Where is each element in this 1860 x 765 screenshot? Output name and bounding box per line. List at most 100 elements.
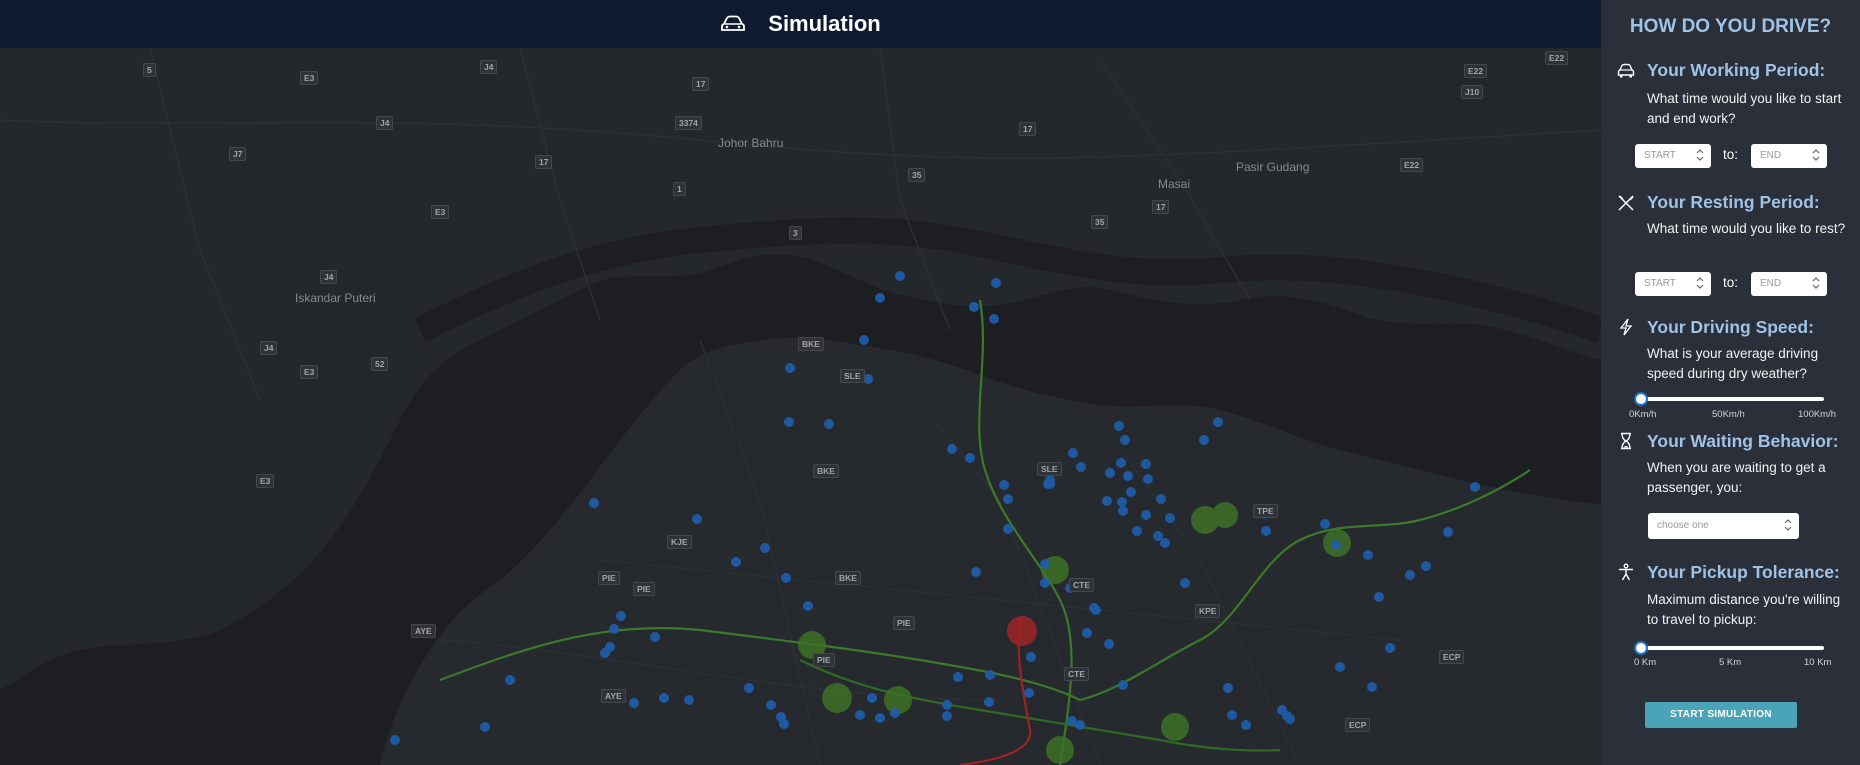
resting-end-select[interactable]: END xyxy=(1751,272,1827,296)
road-label: E3 xyxy=(256,474,275,488)
road-label: J4 xyxy=(480,60,498,74)
taxi-marker xyxy=(803,601,813,611)
taxi-marker xyxy=(1091,605,1101,615)
taxi-marker xyxy=(1026,652,1036,662)
utensils-icon xyxy=(1618,195,1634,211)
taxi-marker xyxy=(629,698,639,708)
taxi-marker xyxy=(744,683,754,693)
taxi-marker xyxy=(505,675,515,685)
taxi-marker xyxy=(1003,494,1013,504)
page-title: Simulation xyxy=(768,11,881,36)
start-simulation-button[interactable]: START SIMULATION xyxy=(1645,702,1797,728)
road-label: ECP xyxy=(1439,650,1465,664)
road-label: CTE xyxy=(1069,578,1094,592)
map-view[interactable]: Johor Bahru Iskandar Puteri Pasir Gudang… xyxy=(0,0,1601,765)
taxi-marker xyxy=(659,693,669,703)
road-label: 35 xyxy=(1091,215,1109,229)
road-label: E3 xyxy=(300,365,319,379)
road-label: PIE xyxy=(893,616,915,630)
road-label: 52 xyxy=(371,357,389,371)
taxi-marker xyxy=(1261,526,1271,536)
working-end-select[interactable]: END xyxy=(1751,144,1827,168)
driving-speed-question: What is your average driving speed durin… xyxy=(1647,346,1819,381)
taxi-marker xyxy=(766,700,776,710)
taxi-marker xyxy=(1227,710,1237,720)
taxi-marker xyxy=(1213,417,1223,427)
road-label: AYE xyxy=(411,624,436,638)
pickup-slider-track[interactable] xyxy=(1641,646,1824,650)
city-label: Johor Bahru xyxy=(718,136,784,150)
working-period-heading: Your Working Period: xyxy=(1647,60,1826,80)
resting-period-question: What time would you like to rest? xyxy=(1647,221,1846,236)
taxi-marker xyxy=(984,697,994,707)
road-label: E22 xyxy=(1545,51,1569,65)
road-label: BKE xyxy=(835,571,861,585)
station-red xyxy=(1007,616,1037,646)
road-label: ECP xyxy=(1345,718,1371,732)
waiting-behavior-select[interactable]: choose one xyxy=(1648,513,1799,539)
road-label: 17 xyxy=(1019,122,1037,136)
taxi-marker xyxy=(942,700,952,710)
speed-slider-track[interactable] xyxy=(1641,397,1824,401)
station-green xyxy=(1212,502,1238,528)
pickup-slider-handle[interactable] xyxy=(1634,641,1648,655)
taxi-marker xyxy=(1120,435,1130,445)
road-label: SLE xyxy=(840,369,865,383)
road-label: CTE xyxy=(1064,667,1089,681)
taxi-marker xyxy=(1285,714,1295,724)
taxi-marker xyxy=(1421,561,1431,571)
taxi-marker xyxy=(1118,506,1128,516)
speed-tick-label: 50Km/h xyxy=(1712,409,1745,420)
taxi-marker xyxy=(1367,682,1377,692)
station-green xyxy=(1161,713,1189,741)
taxi-marker xyxy=(1141,510,1151,520)
road-label: KPE xyxy=(1195,604,1221,618)
person-icon xyxy=(1619,563,1633,581)
taxi-marker xyxy=(1117,497,1127,507)
road-label: BKE xyxy=(813,464,839,478)
taxi-marker xyxy=(781,573,791,583)
city-label: Pasir Gudang xyxy=(1236,160,1310,174)
working-start-value: START xyxy=(1644,150,1676,161)
city-label: Iskandar Puteri xyxy=(295,291,376,305)
taxi-marker xyxy=(1132,526,1142,536)
taxi-marker xyxy=(1040,578,1050,588)
waiting-behavior-heading: Your Waiting Behavior: xyxy=(1647,431,1839,451)
road-label: SLE xyxy=(1037,462,1062,476)
taxi-marker xyxy=(1105,468,1115,478)
taxi-marker xyxy=(1470,482,1480,492)
speed-tick-label: 100Km/h xyxy=(1798,409,1837,420)
working-period-question: What time would you like to start and en… xyxy=(1647,91,1842,126)
speed-slider-handle[interactable] xyxy=(1634,392,1648,406)
waiting-behavior-value: choose one xyxy=(1657,520,1709,531)
taxi-marker xyxy=(1277,705,1287,715)
taxi-marker xyxy=(947,444,957,454)
taxi-marker xyxy=(1385,643,1395,653)
station-green xyxy=(1046,736,1074,764)
chevron-updown-icon xyxy=(1812,277,1820,289)
taxi-marker xyxy=(875,293,885,303)
taxi-marker xyxy=(895,271,905,281)
taxi-marker xyxy=(616,611,626,621)
taxi-marker xyxy=(1116,458,1126,468)
chevron-updown-icon xyxy=(1696,149,1704,161)
road-label: E22 xyxy=(1464,64,1488,78)
road-label: KJE xyxy=(667,535,692,549)
road-label: J4 xyxy=(260,341,278,355)
road-label: J4 xyxy=(320,270,338,284)
working-start-select[interactable]: START xyxy=(1635,144,1711,168)
taxi-marker xyxy=(760,543,770,553)
taxi-marker xyxy=(779,719,789,729)
taxi-marker xyxy=(985,670,995,680)
taxi-marker xyxy=(1199,435,1209,445)
taxi-marker xyxy=(965,453,975,463)
taxi-marker xyxy=(1143,474,1153,484)
taxi-marker xyxy=(875,713,885,723)
taxi-marker xyxy=(1045,479,1055,489)
road-label: TPE xyxy=(1253,504,1278,518)
taxi-marker xyxy=(589,498,599,508)
resting-start-select[interactable]: START xyxy=(1635,272,1711,296)
pickup-tolerance-heading: Your Pickup Tolerance: xyxy=(1647,562,1840,582)
taxi-marker xyxy=(867,693,877,703)
road-label: E3 xyxy=(431,205,450,219)
